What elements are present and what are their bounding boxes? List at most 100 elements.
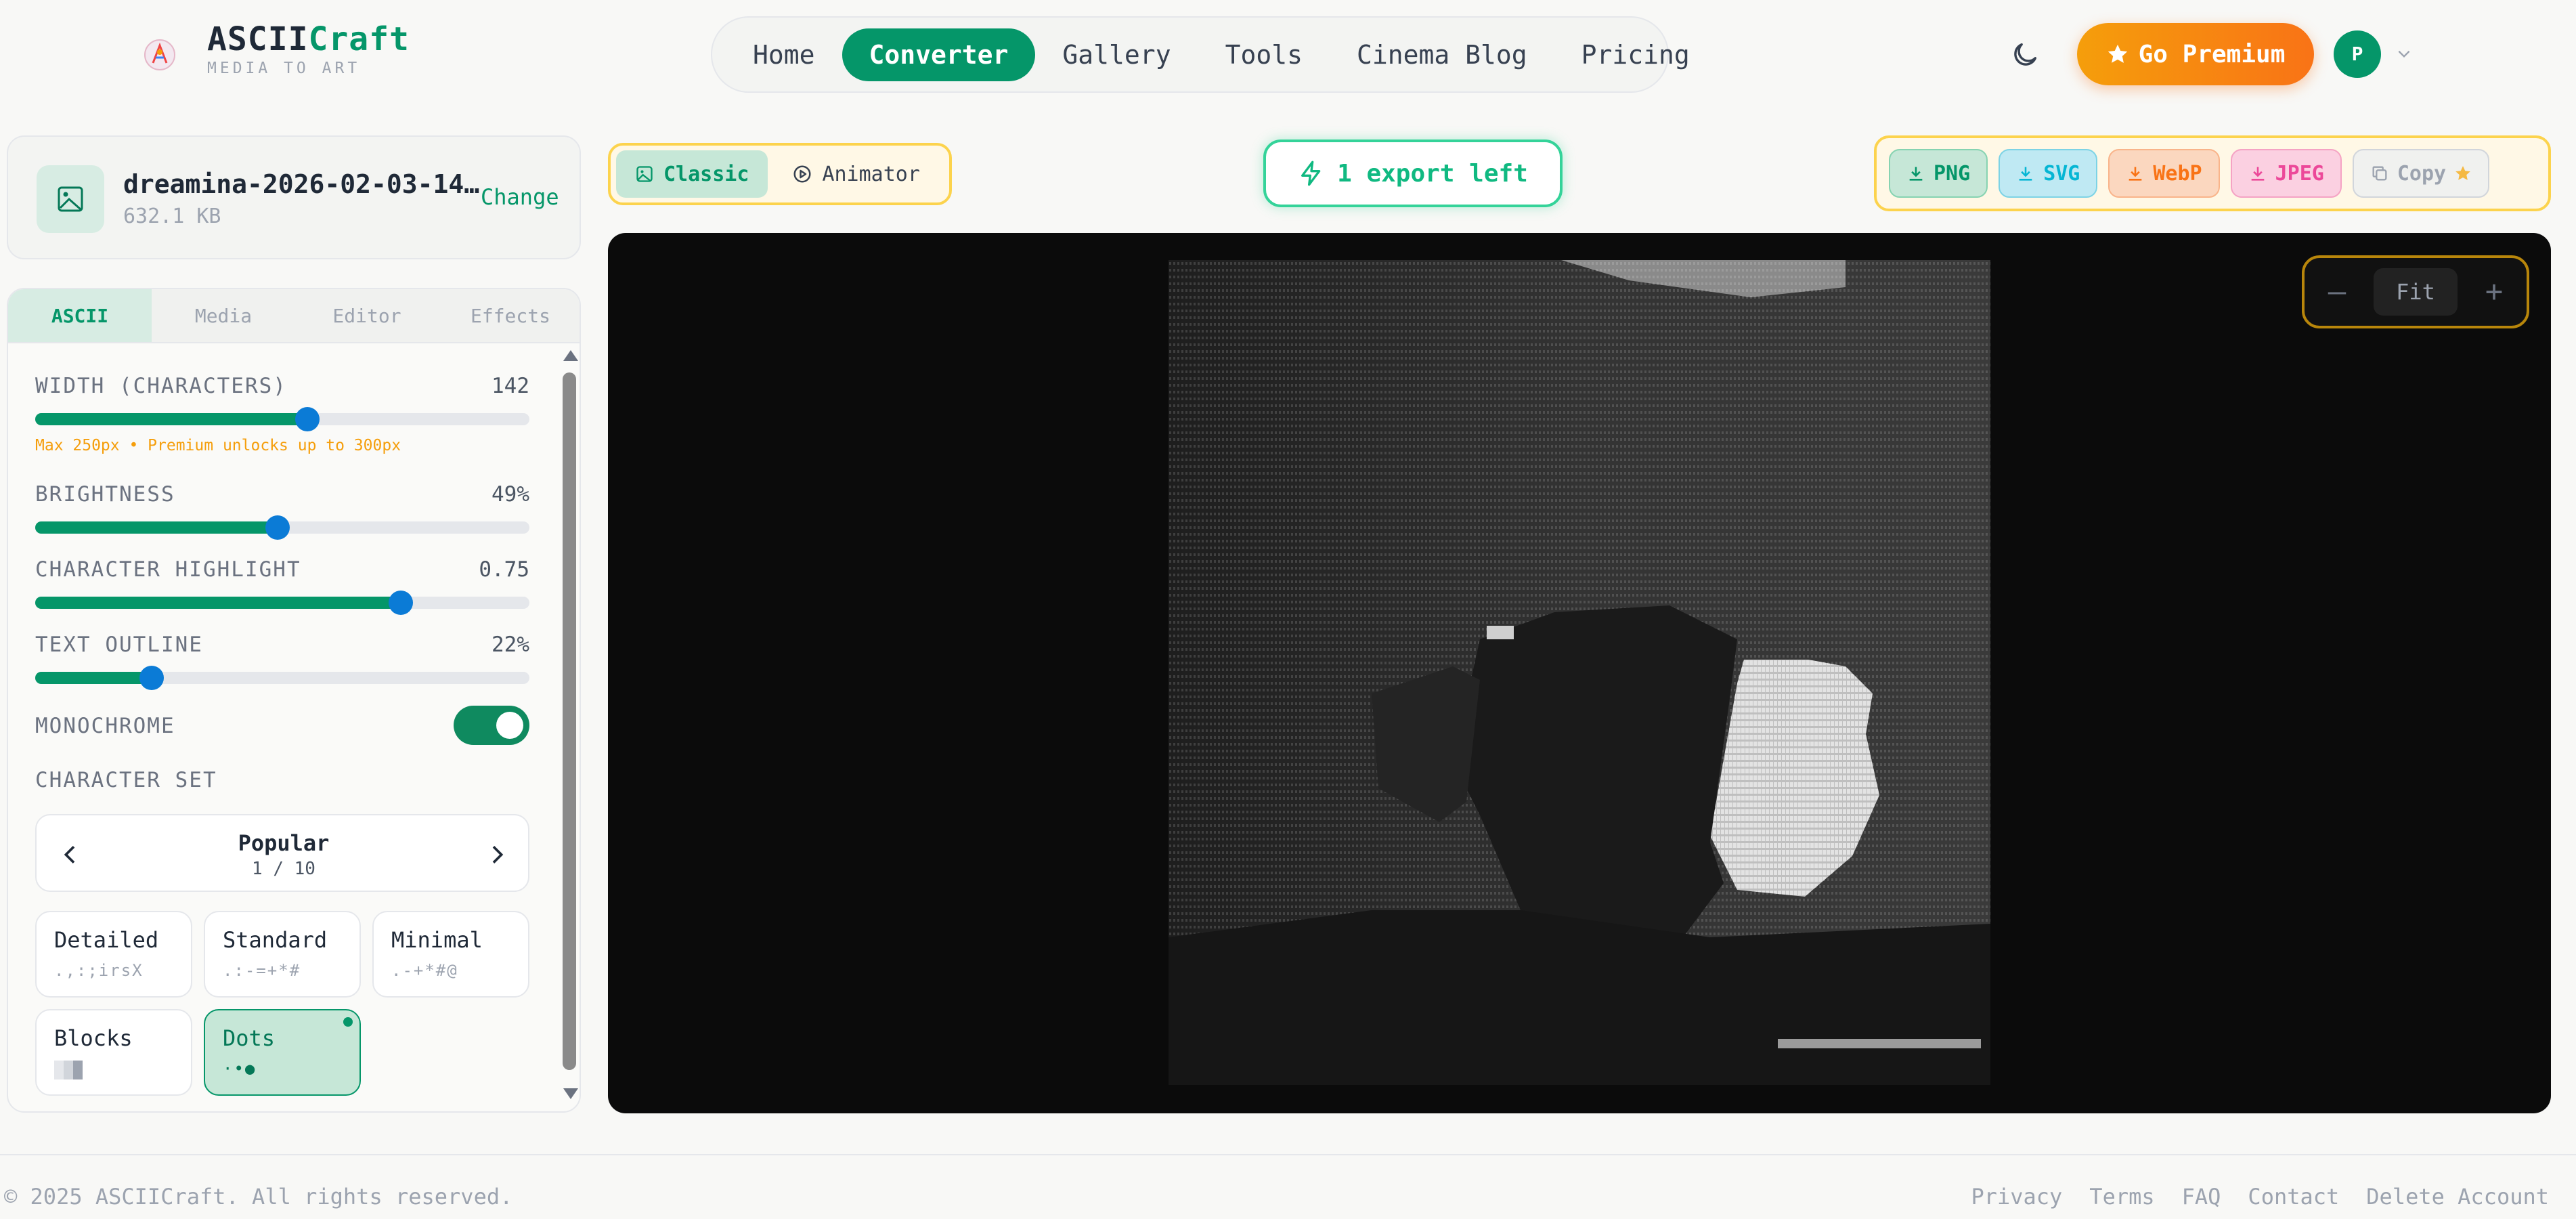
charset-card-sample: .,:;irsX [54, 961, 144, 980]
outline-value: 22% [492, 633, 529, 657]
export-svg-button[interactable]: SVG [1999, 149, 2098, 198]
preview-canvas[interactable]: – Fit + [608, 233, 2551, 1113]
nav-cinema-blog[interactable]: Cinema Blog [1330, 28, 1554, 81]
footer-link-faq[interactable]: FAQ [2182, 1184, 2221, 1210]
export-buttons: PNG SVG WebP JPEG Copy [1874, 135, 2551, 211]
ascii-art-preview [1169, 260, 1990, 1085]
tab-editor[interactable]: Editor [295, 289, 439, 342]
avatar[interactable]: P [2334, 30, 2381, 78]
footer-link-contact[interactable]: Contact [2248, 1184, 2339, 1210]
mode-classic-button[interactable]: Classic [616, 150, 768, 198]
charset-card-minimal[interactable]: Minimal .-+*#@ [372, 911, 529, 998]
outline-slider[interactable] [35, 666, 529, 690]
charset-card-dots[interactable]: Dots ·•● [204, 1009, 361, 1096]
download-icon [2019, 167, 2032, 181]
charset-card-sample: ·•● [223, 1059, 257, 1078]
image-file-icon [37, 165, 104, 233]
width-slider[interactable] [35, 407, 529, 431]
width-slider-thumb[interactable] [294, 407, 320, 431]
charset-card-name: Dots [223, 1025, 276, 1051]
highlight-slider[interactable] [35, 591, 529, 615]
brightness-label: BRIGHTNESS [35, 482, 175, 507]
mode-animator-button[interactable]: Animator [773, 150, 939, 198]
logo-icon [144, 39, 175, 70]
copy-icon [2372, 166, 2387, 181]
export-jpeg-label: JPEG [2275, 161, 2324, 186]
copy-label: Copy [2397, 161, 2447, 186]
monochrome-label: MONOCHROME [35, 714, 175, 738]
highlight-value: 0.75 [479, 557, 529, 582]
panel-tabs: ASCII Media Editor Effects [8, 289, 580, 343]
nav-tools[interactable]: Tools [1198, 28, 1330, 81]
brand-tagline: MEDIA TO ART [207, 60, 361, 77]
scrollbar-thumb[interactable] [563, 372, 576, 1070]
charset-card-detailed[interactable]: Detailed .,:;irsX [35, 911, 192, 998]
charset-card-name: Standard [223, 927, 328, 953]
charset-card-standard[interactable]: Standard .:-=+*# [204, 911, 361, 998]
panel-scrollbar[interactable] [560, 343, 579, 1109]
charset-card-name: Detailed [54, 927, 159, 953]
brand[interactable]: ASCIICraft MEDIA TO ART [207, 20, 410, 77]
export-webp-label: WebP [2153, 161, 2202, 186]
footer-link-terms[interactable]: Terms [2089, 1184, 2154, 1210]
tab-media[interactable]: Media [152, 289, 295, 342]
export-png-label: PNG [1934, 161, 1971, 186]
footer-link-delete-account[interactable]: Delete Account [2366, 1184, 2549, 1210]
footer-divider [0, 1154, 2576, 1155]
change-file-button[interactable]: Change [481, 184, 559, 210]
export-jpeg-button[interactable]: JPEG [2230, 149, 2342, 198]
scroll-up-arrow[interactable] [563, 350, 578, 361]
play-circle-icon [793, 165, 811, 183]
star-icon [2108, 44, 2127, 63]
outline-slider-thumb[interactable] [139, 666, 164, 690]
export-webp-button[interactable]: WebP [2108, 149, 2220, 198]
footer-link-privacy[interactable]: Privacy [1971, 1184, 2062, 1210]
zoom-in-button[interactable]: + [2474, 272, 2514, 312]
brightness-slider[interactable] [35, 515, 529, 540]
mode-classic-label: Classic [663, 162, 749, 186]
go-premium-button[interactable]: Go Premium [2077, 23, 2314, 85]
outline-label: TEXT OUTLINE [35, 633, 203, 657]
tab-ascii[interactable]: ASCII [8, 289, 152, 342]
charset-card-name: Blocks [54, 1025, 133, 1051]
file-name: dreamina-2026-02-03-14… [123, 169, 480, 199]
nav-pricing[interactable]: Pricing [1554, 28, 1717, 81]
copyright: © 2025 ASCIICraft. All rights reserved. [4, 1184, 513, 1210]
selected-indicator [343, 1017, 353, 1027]
charset-card-sample: .-+*#@ [391, 961, 458, 980]
scroll-down-arrow[interactable] [563, 1088, 578, 1099]
copy-button[interactable]: Copy [2352, 149, 2490, 198]
lightning-icon [1301, 161, 1321, 186]
export-png-button[interactable]: PNG [1889, 149, 1988, 198]
nav-converter[interactable]: Converter [842, 28, 1036, 81]
file-size: 632.1 KB [123, 205, 221, 228]
nav-home[interactable]: Home [726, 28, 842, 81]
chevron-right-icon[interactable] [483, 841, 510, 868]
highlight-slider-thumb[interactable] [389, 591, 414, 615]
exports-left-badge: 1 export left [1263, 140, 1563, 207]
brightness-slider-thumb[interactable] [265, 515, 290, 540]
export-svg-label: SVG [2043, 161, 2080, 186]
charset-card-blocks[interactable]: Blocks [35, 1009, 192, 1096]
star-icon [2455, 166, 2470, 180]
highlight-label: CHARACTER HIGHLIGHT [35, 557, 301, 582]
footer-links: Privacy Terms FAQ Contact Delete Account [1971, 1184, 2549, 1210]
charset-category-name: Popular [238, 830, 330, 856]
moon-icon[interactable] [2009, 39, 2040, 70]
exports-left-label: 1 export left [1337, 159, 1528, 188]
monochrome-toggle[interactable] [454, 706, 529, 745]
download-icon [2129, 167, 2142, 181]
width-label: WIDTH (CHARACTERS) [35, 374, 287, 398]
zoom-out-button[interactable]: – [2317, 272, 2357, 312]
file-card: dreamina-2026-02-03-14… 632.1 KB Change [7, 135, 581, 259]
go-premium-label: Go Premium [2138, 40, 2286, 68]
nav-gallery[interactable]: Gallery [1035, 28, 1198, 81]
charset-category-nav: Popular 1 / 10 [35, 814, 529, 892]
brand-title: ASCIICraft [207, 20, 410, 58]
main-nav: Home Converter Gallery Tools Cinema Blog… [711, 16, 1690, 93]
zoom-fit-button[interactable]: Fit [2374, 268, 2458, 316]
charset-card-sample: .:-=+*# [223, 961, 301, 980]
tab-effects[interactable]: Effects [439, 289, 580, 342]
image-icon [636, 166, 653, 182]
chevron-down-icon[interactable] [2395, 45, 2413, 62]
